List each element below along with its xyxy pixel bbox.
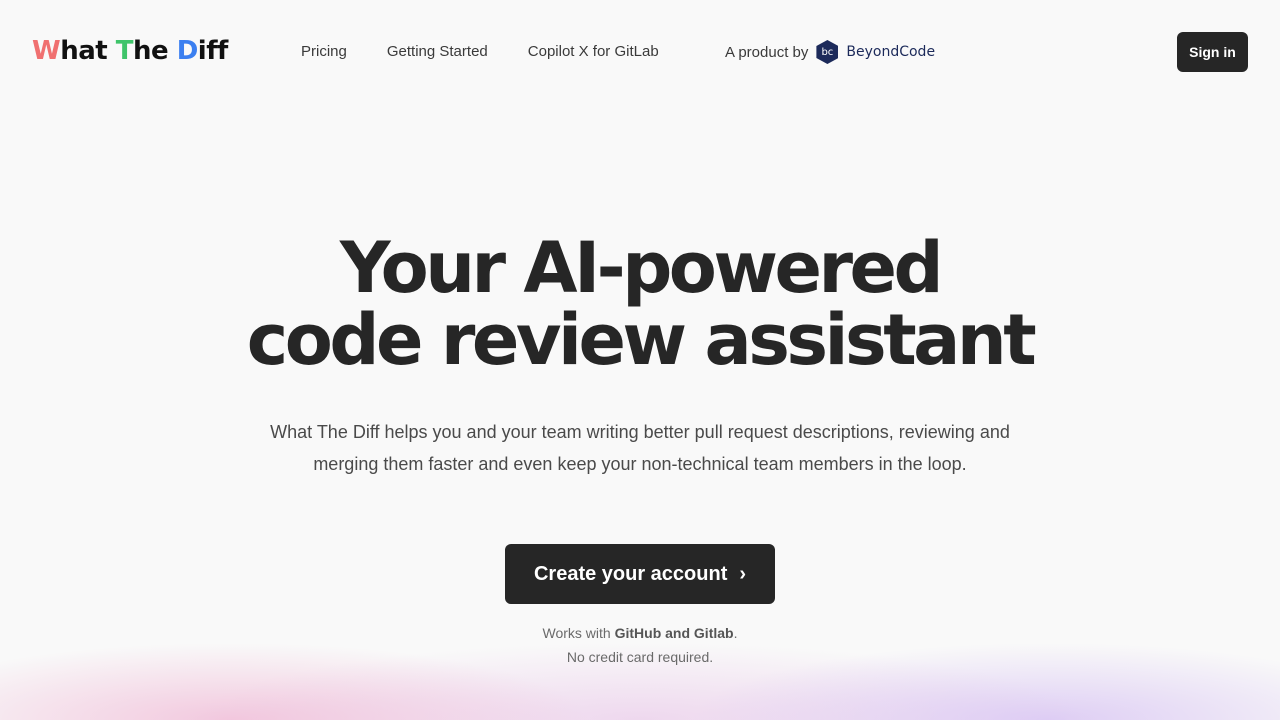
- logo-he: he: [132, 36, 177, 66]
- works-with-prefix: Works with: [542, 625, 615, 641]
- logo-d: D: [176, 36, 199, 66]
- hero-title-line1: Your AI-powered: [339, 227, 944, 309]
- logo[interactable]: What The Diff: [32, 36, 228, 66]
- hero-description: What The Diff helps you and your team wr…: [270, 422, 1010, 474]
- logo-w: W: [32, 36, 61, 66]
- works-with-suffix: .: [733, 625, 738, 641]
- works-with-platforms: GitHub and Gitlab: [614, 625, 734, 641]
- hero-title: Your AI-powered code review assistant: [0, 232, 1280, 376]
- product-by[interactable]: A product by bc BeyondCode: [725, 40, 935, 64]
- signup-note: Works with GitHub and Gitlab. No credit …: [0, 621, 1280, 669]
- nav-getting-started[interactable]: Getting Started: [387, 42, 488, 62]
- beyondcode-name: BeyondCode: [846, 44, 936, 60]
- site-header: What The Diff Pricing Getting Started Co…: [0, 0, 1280, 104]
- main-nav: Pricing Getting Started Copilot X for Gi…: [301, 42, 659, 62]
- logo-t: T: [115, 36, 134, 66]
- sign-in-button[interactable]: Sign in: [1177, 32, 1248, 72]
- chevron-right-icon: ›: [739, 562, 747, 585]
- hero-title-line2: code review assistant: [246, 299, 1037, 381]
- beyondcode-logo-icon: bc: [816, 40, 839, 64]
- nav-pricing[interactable]: Pricing: [301, 42, 347, 62]
- create-account-label: Create your account: [533, 562, 728, 585]
- works-with-text: Works with GitHub and Gitlab.: [0, 621, 1280, 645]
- logo-iff: iff: [197, 36, 229, 66]
- nav-copilot-x-gitlab[interactable]: Copilot X for GitLab: [528, 42, 659, 62]
- no-credit-card-text: No credit card required.: [566, 649, 714, 665]
- logo-hat: hat: [60, 36, 116, 66]
- product-by-label: A product by: [725, 43, 809, 61]
- create-account-button[interactable]: Create your account ›: [505, 544, 775, 604]
